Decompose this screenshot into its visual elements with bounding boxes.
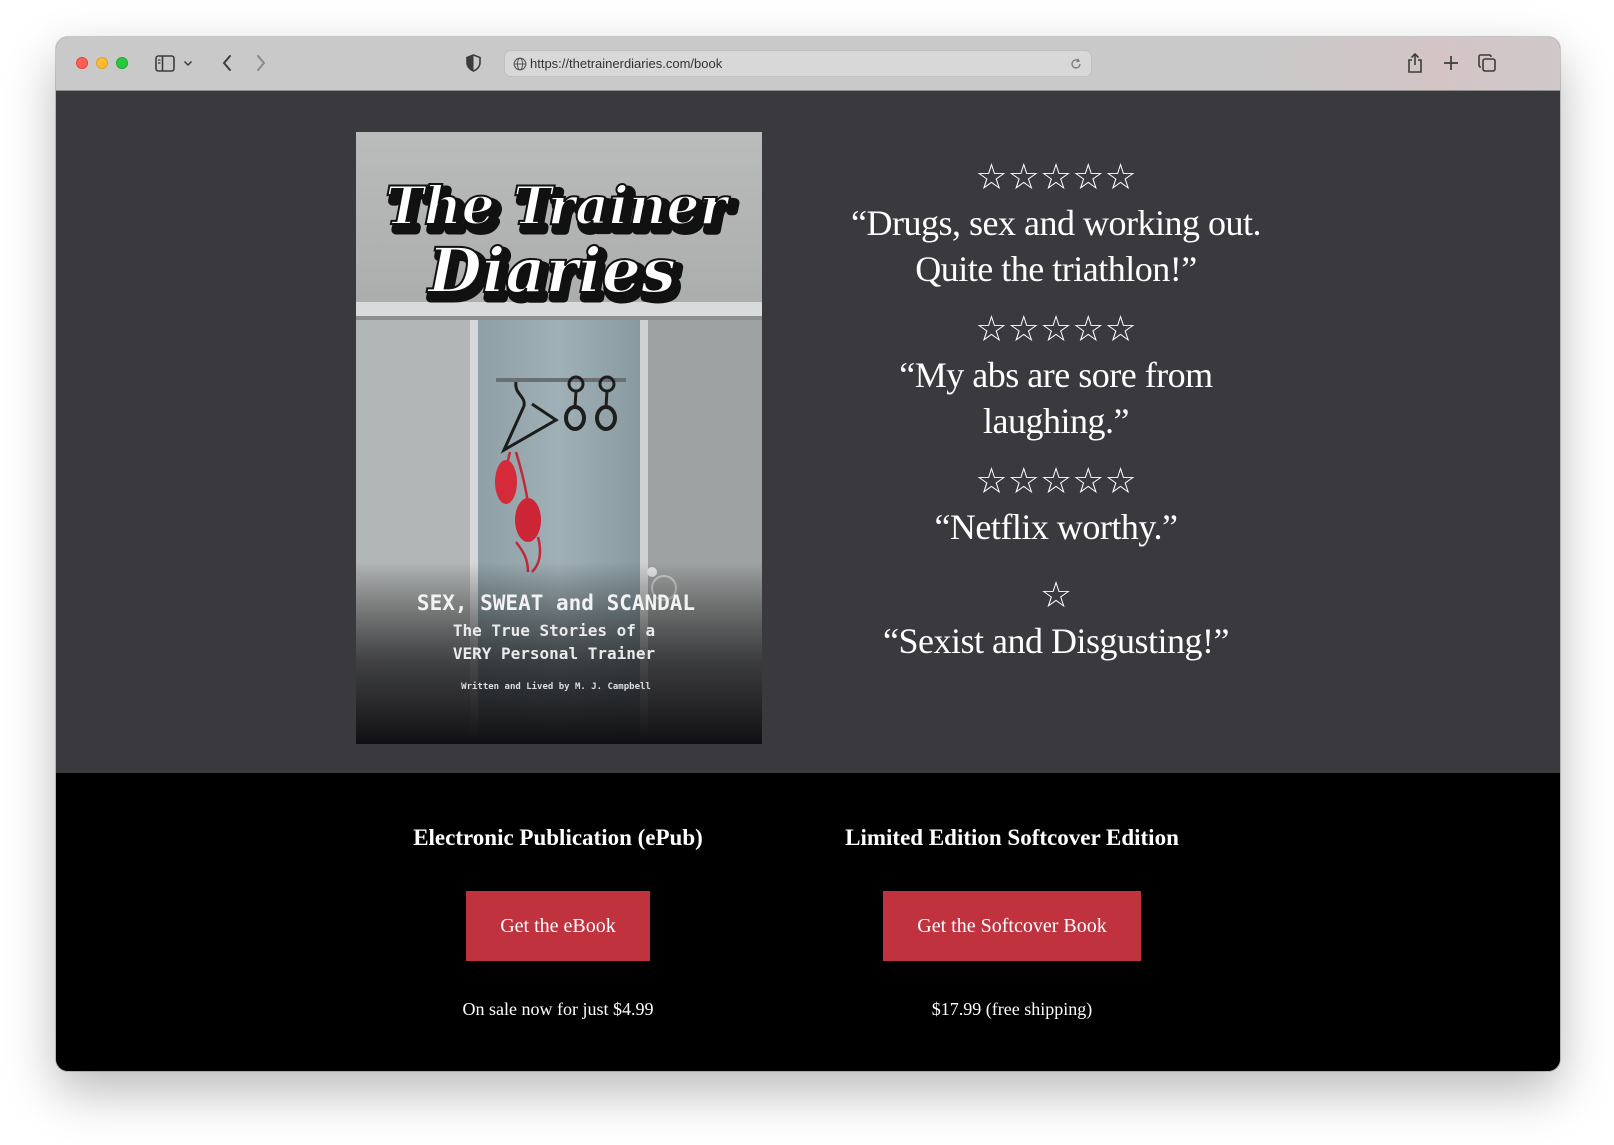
reviews-list: ☆☆☆☆☆ “Drugs, sex and working out. Quite… xyxy=(826,156,1286,680)
star-rating: ☆☆☆☆☆ xyxy=(975,157,1137,198)
review-item: ☆☆☆☆☆ “My abs are sore from laughing.” xyxy=(826,308,1286,444)
cover-tagline: SEX, SWEAT and SCANDAL xyxy=(417,591,695,615)
epub-offer: Electronic Publication (ePub) Get the eB… xyxy=(358,823,758,1021)
zoom-window-button[interactable] xyxy=(116,57,128,69)
epub-offer-title: Electronic Publication (ePub) xyxy=(413,825,703,850)
sidebar-icon[interactable] xyxy=(154,53,176,73)
review-item: ☆☆☆☆☆ “Drugs, sex and working out. Quite… xyxy=(826,156,1286,292)
review-quote-line: “Drugs, sex and working out. xyxy=(851,203,1261,243)
review-quote-line: “Netflix worthy.” xyxy=(934,507,1178,547)
star-rating: ☆ xyxy=(1039,575,1073,616)
review-item: ☆ “Sexist and Disgusting!” xyxy=(826,574,1286,664)
share-icon[interactable] xyxy=(1404,50,1426,76)
epub-price: On sale now for just $4.99 xyxy=(462,999,654,1019)
cover-title-line2: Diaries xyxy=(426,234,676,307)
tabs-icon[interactable] xyxy=(1476,52,1498,74)
book-hero-section: The Trainer The Trainer Diaries Diaries … xyxy=(56,92,1560,773)
chevron-down-icon[interactable] xyxy=(182,55,194,71)
review-quote-line: “Sexist and Disgusting!” xyxy=(883,621,1229,661)
cover-subtitle-line1: The True Stories of a xyxy=(453,621,655,640)
address-bar[interactable]: https://thetrainerdiaries.com/book xyxy=(504,50,1092,77)
globe-icon xyxy=(513,57,527,71)
plus-icon[interactable] xyxy=(1440,52,1462,74)
review-quote-line: “My abs are sore from xyxy=(899,355,1213,395)
review-quote-line: Quite the triathlon!” xyxy=(915,249,1197,289)
cover-title-line1: The Trainer xyxy=(385,176,730,237)
star-rating: ☆☆☆☆☆ xyxy=(975,309,1137,350)
softcover-price: $17.99 (free shipping) xyxy=(931,999,1093,1019)
back-icon[interactable] xyxy=(216,51,238,75)
browser-window: https://thetrainerdiaries.com/book The T… xyxy=(56,37,1560,1071)
review-item: ☆☆☆☆☆ “Netflix worthy.” xyxy=(826,460,1286,550)
get-softcover-button[interactable]: Get the Softcover Book xyxy=(883,891,1141,961)
reload-icon[interactable] xyxy=(1069,57,1083,71)
forward-icon[interactable] xyxy=(250,51,272,75)
book-cover-image: The Trainer The Trainer Diaries Diaries … xyxy=(356,132,762,744)
close-window-button[interactable] xyxy=(76,57,88,69)
shield-icon[interactable] xyxy=(464,52,482,74)
purchase-section: Electronic Publication (ePub) Get the eB… xyxy=(56,773,1560,1071)
browser-toolbar: https://thetrainerdiaries.com/book xyxy=(56,37,1560,91)
softcover-offer: Limited Edition Softcover Edition Get th… xyxy=(812,823,1212,1021)
cover-byline: Written and Lived by M. J. Campbell xyxy=(461,681,651,692)
star-rating: ☆☆☆☆☆ xyxy=(975,461,1137,502)
get-ebook-button[interactable]: Get the eBook xyxy=(466,891,650,961)
softcover-offer-title: Limited Edition Softcover Edition xyxy=(845,825,1179,850)
cover-subtitle-line2: VERY Personal Trainer xyxy=(453,644,655,663)
url-text: https://thetrainerdiaries.com/book xyxy=(530,56,723,71)
minimize-window-button[interactable] xyxy=(96,57,108,69)
review-quote-line: laughing.” xyxy=(983,401,1129,441)
